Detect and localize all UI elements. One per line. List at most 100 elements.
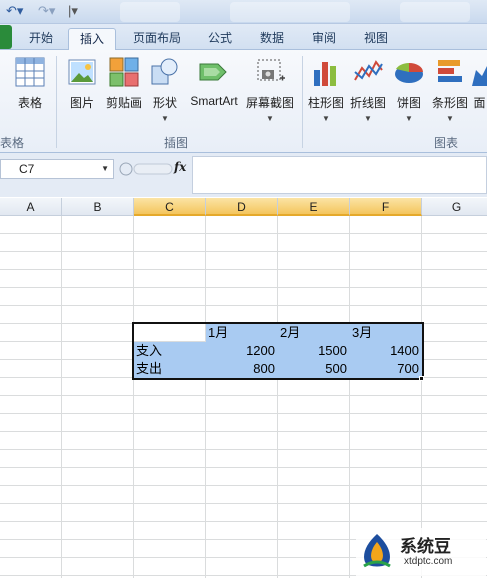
clipart-button[interactable]: 剪贴画 (104, 56, 144, 130)
clipart-button-label: 剪贴画 (105, 96, 142, 110)
tab-review[interactable]: 审阅 (302, 28, 346, 50)
line-chart-button[interactable]: 折线图 ▼ (348, 56, 388, 130)
group-charts-label: 图表 (434, 136, 459, 150)
gridline (0, 395, 487, 396)
watermark-name: 系统豆 (400, 537, 451, 556)
line-chart-label: 折线图 (349, 96, 386, 110)
pie-chart-button[interactable]: 饼图 ▼ (390, 56, 428, 130)
tab-page-layout[interactable]: 页面布局 (124, 28, 190, 50)
clipart-icon (109, 57, 139, 87)
name-box[interactable]: C7 ▼ (0, 159, 114, 179)
column-header-c[interactable]: C (134, 198, 206, 216)
bar-chart-label: 条形图 (431, 96, 468, 110)
chevron-down-icon: ▼ (364, 114, 372, 123)
insert-function-icon[interactable]: fx (174, 160, 186, 174)
chevron-down-icon: ▼ (446, 114, 454, 123)
gridline (0, 287, 487, 288)
gridline (0, 521, 487, 522)
column-header-d[interactable]: D (206, 198, 278, 216)
picture-icon (68, 59, 96, 85)
line-chart-icon (354, 60, 383, 81)
chevron-down-icon: ▼ (161, 114, 169, 123)
gridline (0, 413, 487, 414)
gridline (0, 449, 487, 450)
screenshot-button-label: 屏幕截图 (245, 96, 294, 110)
chevron-down-icon[interactable]: ▼ (101, 160, 109, 178)
group-illustrations-label: 插图 (164, 136, 189, 150)
picture-button-label: 图片 (69, 96, 94, 110)
name-box-value: C7 (19, 162, 35, 176)
column-header-g[interactable]: G (422, 198, 487, 216)
watermark: 系统豆 xtdptc.com (356, 528, 486, 576)
shapes-icon (151, 58, 178, 85)
worksheet-grid[interactable]: A B C D E F G 1月 2月 3月 支入 1200 1500 1400… (0, 198, 487, 578)
watermark-domain: xtdptc.com (404, 556, 453, 567)
ribbon-insert: 表格 表格 图片 剪贴画 形状 ▼ SmartArt 屏幕截图 ▼ 插图 柱形图… (0, 50, 487, 153)
screenshot-icon (257, 59, 285, 81)
column-chart-label: 柱形图 (307, 96, 344, 110)
table-icon (15, 57, 45, 87)
formula-input[interactable] (192, 156, 487, 194)
gridline (205, 216, 206, 578)
chevron-down-icon: ▼ (405, 114, 413, 123)
ribbon-tabs: 开始 插入 页面布局 公式 数据 审阅 视图 (0, 24, 487, 50)
gridline (0, 503, 487, 504)
customize-qat-icon[interactable]: |▾ (68, 3, 78, 19)
blurred-title-area (120, 2, 180, 22)
gridline (0, 305, 487, 306)
area-chart-button[interactable]: 面 (472, 56, 487, 130)
gridline (133, 216, 134, 578)
pie-chart-label: 饼图 (396, 96, 421, 110)
gridline (0, 485, 487, 486)
shapes-button-label: 形状 (152, 96, 177, 110)
gridline (349, 216, 350, 578)
group-separator (56, 56, 57, 148)
gridline (277, 216, 278, 578)
tab-view[interactable]: 视图 (354, 28, 398, 50)
gridline (0, 431, 487, 432)
blurred-title-area (230, 2, 350, 22)
undo-icon[interactable]: ↶▾ (6, 3, 23, 19)
table-button-label: 表格 (17, 96, 42, 110)
smartart-icon (199, 63, 227, 81)
area-chart-label: 面 (473, 96, 486, 110)
gridline (0, 233, 487, 234)
column-header-a[interactable]: A (0, 198, 62, 216)
table-button[interactable]: 表格 (8, 56, 52, 130)
bar-chart-button[interactable]: 条形图 ▼ (430, 56, 470, 130)
chevron-down-icon: ▼ (266, 114, 274, 123)
bar-chart-icon (438, 60, 462, 82)
smartart-button[interactable]: SmartArt (186, 56, 242, 130)
pie-chart-icon (395, 63, 423, 83)
blurred-title-area (400, 2, 470, 22)
group-tables-label: 表格 (0, 136, 25, 150)
smartart-button-label: SmartArt (190, 94, 238, 108)
tab-home[interactable]: 开始 (18, 28, 64, 50)
gridline (61, 216, 62, 578)
selection-border (132, 322, 424, 380)
gridline (0, 251, 487, 252)
gridline (0, 269, 487, 270)
column-header-f[interactable]: F (350, 198, 422, 216)
tab-data[interactable]: 数据 (250, 28, 294, 50)
shapes-button[interactable]: 形状 ▼ (146, 56, 184, 130)
watermark-logo-icon (363, 534, 391, 568)
group-separator (302, 56, 303, 148)
screenshot-button[interactable]: 屏幕截图 ▼ (244, 56, 296, 130)
tab-insert[interactable]: 插入 (68, 28, 116, 50)
quick-access-toolbar: ↶▾ ↷▾ |▾ (0, 0, 487, 24)
picture-button[interactable]: 图片 (62, 56, 102, 130)
column-header-e[interactable]: E (278, 198, 350, 216)
area-chart-icon (472, 66, 487, 86)
gridline (421, 216, 422, 578)
gridline (0, 467, 487, 468)
tab-formulas[interactable]: 公式 (198, 28, 242, 50)
redo-icon[interactable]: ↷▾ (38, 3, 55, 19)
file-tab[interactable] (0, 25, 12, 49)
formula-bar: C7 ▼ fx (0, 153, 487, 197)
column-header-b[interactable]: B (62, 198, 134, 216)
chevron-down-icon: ▼ (322, 114, 330, 123)
fill-handle[interactable] (419, 376, 424, 381)
column-chart-icon (314, 62, 336, 86)
column-chart-button[interactable]: 柱形图 ▼ (306, 56, 346, 130)
